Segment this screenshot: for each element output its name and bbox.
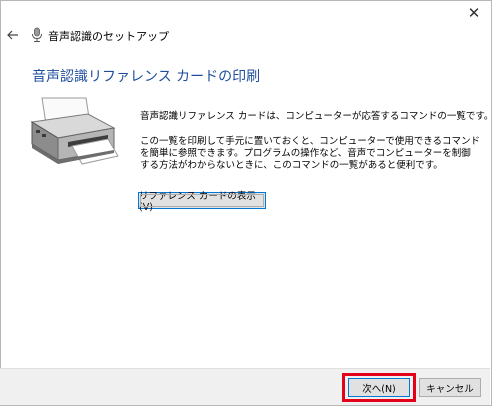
close-icon: ✕ [467, 4, 481, 22]
footer-bar [0, 368, 490, 405]
cancel-button[interactable]: キャンセル [419, 378, 481, 397]
back-button[interactable] [5, 27, 21, 43]
show-reference-card-button[interactable]: リファレンス カードの表示(V) [138, 191, 266, 213]
next-button[interactable]: 次へ(N) [348, 378, 410, 397]
description-paragraph: この一覧を印刷して手元に置いておくと、コンピューターで使用できるコマンドを簡単に… [140, 136, 481, 171]
close-button[interactable]: ✕ [464, 4, 484, 22]
page-heading: 音声認識リファレンス カードの印刷 [32, 69, 261, 85]
description-line1: 音声認識リファレンス カードは、コンピューターが応答するコマンドの一覧です。 [140, 111, 492, 122]
window-title: 音声認識のセットアップ [48, 30, 169, 43]
arrow-left-icon [7, 30, 18, 40]
microphone-icon [32, 27, 42, 42]
printer-icon [30, 97, 119, 165]
